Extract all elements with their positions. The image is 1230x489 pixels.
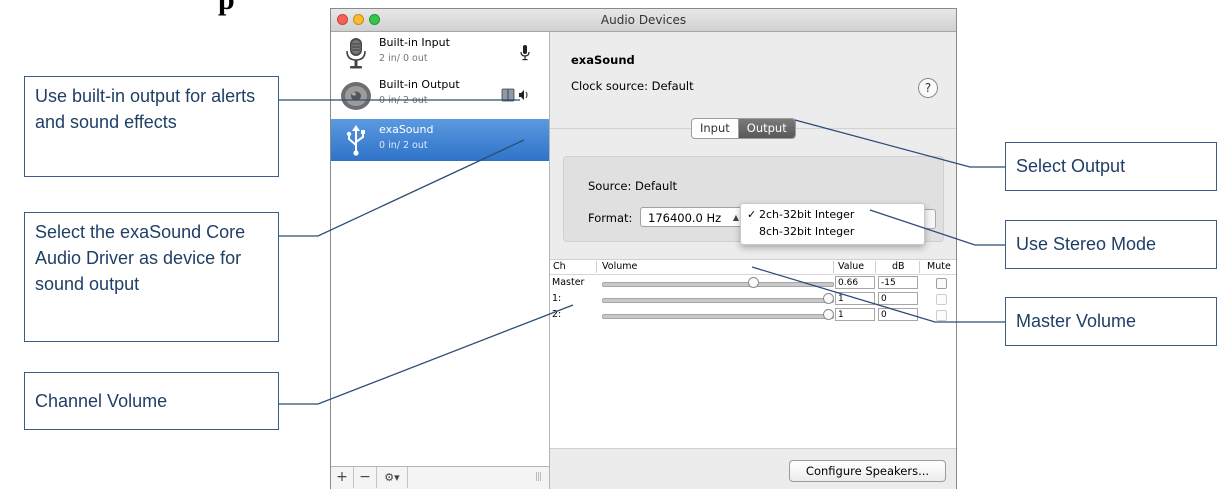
column-header-volume: Volume [602,261,638,272]
checkmark-icon: ✓ [747,208,757,221]
device-io-count: 0 in/ 2 out [379,95,428,106]
finder-speaker-icon [501,88,528,102]
value-field[interactable]: 1 [835,308,875,321]
column-header-value: Value [838,261,865,272]
volume-slider-knob[interactable] [823,293,834,304]
input-output-tabs: Input Output [691,118,796,139]
resize-grip-icon[interactable]: ||| [535,472,542,482]
usb-icon [346,125,365,156]
tab-output[interactable]: Output [738,119,795,138]
db-field[interactable]: 0 [878,292,918,305]
table-row: Master 0.66 -15 [550,275,956,291]
popup-arrows-icon: ▲ [732,213,739,222]
value-field[interactable]: 1 [835,292,875,305]
volume-table: Ch Volume Value dB Mute Master 0.66 -15 … [550,259,956,449]
volume-slider-knob[interactable] [747,277,759,288]
device-item-exasound[interactable]: exaSound 0 in/ 2 out [331,119,549,161]
audio-devices-window: Audio Devices Built-in Input 2 in/ 0 out [330,8,957,489]
device-detail-pane: exaSound Clock source: Default ? Input O… [550,32,956,489]
channel-name: Master [552,277,585,288]
device-io-count: 2 in/ 0 out [379,53,428,64]
callout-builtin-output: Use built-in output for alerts and sound… [24,76,279,177]
device-name: Built-in Output [379,78,460,91]
device-list: Built-in Input 2 in/ 0 out Built-in Outp… [331,32,550,489]
format-channel-menu: ✓ 2ch-32bit Integer 8ch-32bit Integer [740,203,925,245]
format-rate-value: 176400.0 Hz [648,211,722,225]
column-separator [596,261,597,273]
device-item-built-in-input[interactable]: Built-in Input 2 in/ 0 out [331,32,549,74]
column-header-ch: Ch [553,261,566,272]
detail-footer: Configure Speakers... [550,448,956,489]
remove-device-button[interactable]: − [354,467,377,488]
channel-name: 2: [552,309,562,320]
format-label: Format: [588,211,633,225]
column-separator [919,261,920,273]
source-label: Source: Default [588,179,678,193]
column-separator [875,261,876,273]
table-row: 2: 1 0 [550,307,956,323]
tab-input[interactable]: Input [692,119,739,138]
menu-item-label: 2ch-32bit Integer [759,208,855,221]
device-list-footer: + − ⚙▾ ||| [331,466,549,489]
menu-item-label: 8ch-32bit Integer [759,225,855,238]
detail-header: exaSound Clock source: Default ? [550,32,956,129]
add-device-button[interactable]: + [331,467,354,488]
volume-slider-track[interactable] [602,282,834,287]
volume-slider-knob[interactable] [823,309,834,320]
value-field[interactable]: 0.66 [835,276,875,289]
title-bar[interactable]: Audio Devices [331,9,956,32]
microphone-icon [346,38,366,69]
channel-name: 1: [552,293,562,304]
device-title: exaSound [571,53,635,67]
callout-stereo-mode: Use Stereo Mode [1005,220,1217,269]
device-name: Built-in Input [379,36,450,49]
configure-speakers-button[interactable]: Configure Speakers... [789,460,946,482]
small-mic-icon [520,45,530,61]
volume-slider-track[interactable] [602,314,834,319]
menu-item-2ch[interactable]: ✓ 2ch-32bit Integer [741,206,924,223]
column-header-mute: Mute [927,261,951,272]
device-io-count: 0 in/ 2 out [379,140,428,151]
window-title: Audio Devices [600,13,687,27]
device-item-built-in-output[interactable]: Built-in Output 0 in/ 2 out [331,74,549,116]
callout-exasound-device: Select the exaSound Core Audio Driver as… [24,212,279,342]
gear-menu-button[interactable]: ⚙▾ [377,467,408,488]
help-button[interactable]: ? [918,78,938,98]
callout-channel-volume: Channel Volume [24,372,279,430]
page-heading-fragment: p [218,0,235,17]
column-separator [833,261,834,273]
callout-select-output: Select Output [1005,142,1217,191]
speaker-icon [341,82,371,110]
volume-slider-track[interactable] [602,298,834,303]
mute-checkbox[interactable] [936,278,947,289]
column-header-db: dB [892,261,905,272]
format-rate-popup[interactable]: 176400.0 Hz ▲ [640,207,744,227]
menu-item-8ch[interactable]: 8ch-32bit Integer [741,223,924,240]
table-row: 1: 1 0 [550,291,956,307]
clock-source: Clock source: Default [571,79,694,93]
db-field[interactable]: 0 [878,308,918,321]
device-name: exaSound [379,123,434,136]
mute-checkbox [936,310,947,321]
mute-checkbox [936,294,947,305]
callout-master-volume: Master Volume [1005,297,1217,346]
table-header: Ch Volume Value dB Mute [550,260,956,275]
db-field[interactable]: -15 [878,276,918,289]
